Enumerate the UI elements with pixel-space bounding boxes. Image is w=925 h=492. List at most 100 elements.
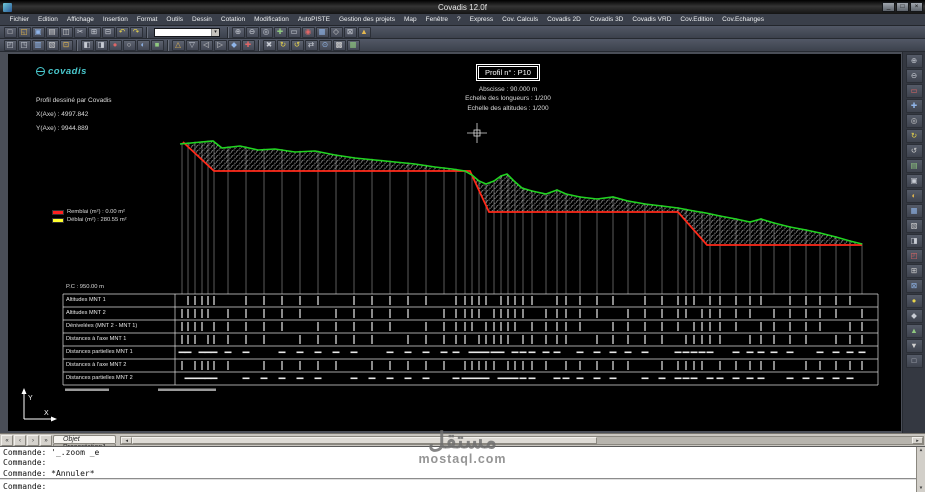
toolbar-button[interactable]: ◁ <box>200 40 213 51</box>
side-tool-button[interactable]: ↺ <box>906 144 923 158</box>
close-button[interactable]: × <box>910 2 923 12</box>
toolbar-button[interactable]: ▣ <box>32 27 45 38</box>
chevron-down-icon[interactable]: ▾ <box>211 29 219 36</box>
toolbar-button[interactable]: ⊕ <box>232 27 245 38</box>
toolbar-button[interactable]: ↻ <box>277 40 290 51</box>
toolbar-button[interactable]: ▧ <box>46 40 59 51</box>
toolbar-button[interactable]: ◐ <box>137 40 150 51</box>
side-tool-button[interactable]: ● <box>906 294 923 308</box>
toolbar-button[interactable]: ◳ <box>18 40 31 51</box>
hscrollbar-thumb[interactable] <box>132 437 597 444</box>
last-tab-button[interactable]: » <box>40 435 52 446</box>
toolbar-button[interactable]: ⊙ <box>319 40 332 51</box>
toolbar-button[interactable]: ↶ <box>116 27 129 38</box>
menu-item-fichier[interactable]: Fichier <box>5 16 34 23</box>
horizontal-scrollbar[interactable]: ◂ ▸ <box>120 436 924 445</box>
menu-item-edition[interactable]: Edition <box>34 16 63 23</box>
command-prompt[interactable]: Commande: <box>0 481 916 492</box>
drawing-canvas[interactable]: YX covadis Profil dessiné par Covadis X(… <box>8 54 901 431</box>
maximize-button[interactable]: □ <box>896 2 909 12</box>
side-tool-button[interactable]: ⊕ <box>906 54 923 68</box>
scroll-left-icon[interactable]: ◂ <box>121 437 132 444</box>
toolbar-button[interactable]: ◧ <box>81 40 94 51</box>
next-tab-button[interactable]: › <box>27 435 39 446</box>
menu-item--[interactable]: ? <box>453 16 466 23</box>
tab-objet[interactable]: Objet <box>53 435 116 443</box>
toolbar-button[interactable]: ⊖ <box>246 27 259 38</box>
side-tool-button[interactable]: ▣ <box>906 174 923 188</box>
profile-number-box[interactable]: Profil n° : P10 <box>478 66 538 79</box>
toolbar-button[interactable]: ▷ <box>214 40 227 51</box>
toolbar-button[interactable]: ◎ <box>260 27 273 38</box>
side-tool-button[interactable]: ✚ <box>906 99 923 113</box>
toolbar-button[interactable]: ✚ <box>274 27 287 38</box>
side-tool-button[interactable]: ▧ <box>906 219 923 233</box>
toolbar-button[interactable]: ◫ <box>60 27 73 38</box>
menu-item-cov-edition[interactable]: Cov.Edition <box>676 16 718 23</box>
toolbar-button[interactable]: ✂ <box>74 27 87 38</box>
menu-item-cotation[interactable]: Cotation <box>216 16 249 23</box>
toolbar-button[interactable]: ■ <box>151 40 164 51</box>
side-tool-button[interactable]: □ <box>906 354 923 368</box>
toolbar-button[interactable]: ↺ <box>291 40 304 51</box>
toolbar-button[interactable]: ✖ <box>263 40 276 51</box>
side-tool-button[interactable]: ↻ <box>906 129 923 143</box>
toolbar-button[interactable]: ▦ <box>347 40 360 51</box>
toolbar-button[interactable]: ◆ <box>228 40 241 51</box>
side-tool-button[interactable]: ◰ <box>906 249 923 263</box>
menu-item-insertion[interactable]: Insertion <box>98 16 132 23</box>
menu-item-outils[interactable]: Outils <box>162 16 188 23</box>
menu-item-covadis-vrd[interactable]: Covadis VRD <box>628 16 676 23</box>
scroll-right-icon[interactable]: ▸ <box>912 437 923 444</box>
menu-item-covadis-3d[interactable]: Covadis 3D <box>585 16 628 23</box>
toolbar-button[interactable]: △ <box>172 40 185 51</box>
side-tool-button[interactable]: ⊞ <box>906 264 923 278</box>
side-tool-button[interactable]: ◆ <box>906 309 923 323</box>
menu-item-modification[interactable]: Modification <box>250 16 294 23</box>
toolbar-button[interactable]: ▭ <box>288 27 301 38</box>
menu-item-autopiste[interactable]: AutoPISTE <box>293 16 334 23</box>
style-combobox[interactable]: ▾ <box>154 28 220 37</box>
side-tool-button[interactable]: ▭ <box>906 84 923 98</box>
toolbar-button[interactable]: ⇄ <box>305 40 318 51</box>
toolbar-button[interactable]: ▩ <box>333 40 346 51</box>
prev-tab-button[interactable]: ‹ <box>14 435 26 446</box>
side-tool-button[interactable]: ◨ <box>906 234 923 248</box>
side-tool-button[interactable]: ▤ <box>906 159 923 173</box>
minimize-button[interactable]: _ <box>882 2 895 12</box>
menu-item-format[interactable]: Format <box>132 16 162 23</box>
toolbar-button[interactable]: ▦ <box>316 27 329 38</box>
toolbar-button[interactable]: ◉ <box>302 27 315 38</box>
side-tool-button[interactable]: ⊖ <box>906 69 923 83</box>
toolbar-button[interactable]: ● <box>109 40 122 51</box>
toolbar-button[interactable]: ○ <box>123 40 136 51</box>
toolbar-button[interactable]: ▲ <box>358 27 371 38</box>
menu-item-cov-calculs[interactable]: Cov. Calculs <box>498 16 543 23</box>
menu-item-cov-echanges[interactable]: Cov.Echanges <box>718 16 769 23</box>
toolbar-button[interactable]: ↷ <box>130 27 143 38</box>
menu-item-affichage[interactable]: Affichage <box>62 16 98 23</box>
toolbar-button[interactable]: ▽ <box>186 40 199 51</box>
menu-item-dessin[interactable]: Dessin <box>188 16 217 23</box>
menu-item-express[interactable]: Express <box>465 16 497 23</box>
command-scrollbar[interactable]: ▲ ▼ <box>916 447 925 492</box>
menu-item-covadis-2d[interactable]: Covadis 2D <box>543 16 586 23</box>
menu-item-gestion-des-projets[interactable]: Gestion des projets <box>334 16 399 23</box>
scroll-up-icon[interactable]: ▲ <box>917 448 925 453</box>
hscrollbar-track[interactable] <box>597 437 912 444</box>
side-tool-button[interactable]: ◐ <box>906 189 923 203</box>
menu-item-map[interactable]: Map <box>399 16 421 23</box>
toolbar-button[interactable]: ◱ <box>18 27 31 38</box>
side-tool-button[interactable]: ⊠ <box>906 279 923 293</box>
toolbar-button[interactable]: ⊞ <box>88 27 101 38</box>
first-tab-button[interactable]: « <box>1 435 13 446</box>
toolbar-button[interactable]: ⊟ <box>102 27 115 38</box>
toolbar-button[interactable]: ⊠ <box>344 27 357 38</box>
side-tool-button[interactable]: ◎ <box>906 114 923 128</box>
scroll-down-icon[interactable]: ▼ <box>917 486 925 491</box>
menu-item-fen-tre[interactable]: Fenêtre <box>421 16 452 23</box>
toolbar-button[interactable]: ◨ <box>95 40 108 51</box>
toolbar-button[interactable]: □ <box>4 27 17 38</box>
toolbar-button[interactable]: ▤ <box>46 27 59 38</box>
toolbar-button[interactable]: ⊡ <box>60 40 73 51</box>
